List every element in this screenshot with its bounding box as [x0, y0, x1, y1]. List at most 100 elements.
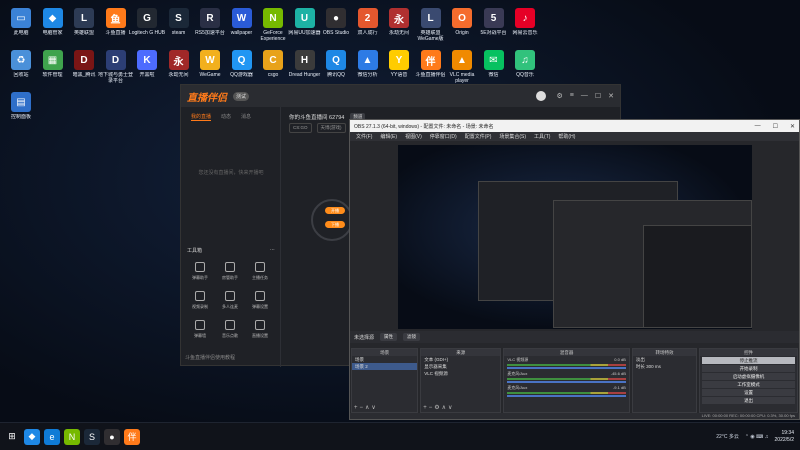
- minimize-icon[interactable]: —: [755, 123, 761, 130]
- transition-duration[interactable]: 时长 300 ms: [633, 363, 696, 370]
- toolbox-item[interactable]: 弹幕墙: [185, 320, 215, 339]
- csgo-icon: C: [263, 50, 283, 70]
- stop-live-button[interactable]: 下播: [325, 221, 345, 228]
- category-tag[interactable]: 天博(游戏): [316, 123, 346, 133]
- obs-docks: 场景 场景 场景 2 +−∧∨ 来源 文本 (GDI+) 显示器采集 VLC 视…: [350, 348, 799, 413]
- sources-dock: 来源 文本 (GDI+) 显示器采集 VLC 视频源 +−⚙∧∨: [420, 348, 502, 413]
- menu-item[interactable]: 视图(V): [405, 133, 422, 140]
- douyu-companion-icon[interactable]: 伴: [124, 428, 140, 445]
- maximize-icon[interactable]: ☐: [773, 123, 778, 130]
- category-tag[interactable]: CS:GO: [289, 123, 312, 133]
- recycle-bin-icon: ♻: [11, 50, 31, 70]
- obs-window[interactable]: OBS 27.1.3 (64-bit, windows) - 配置文件: 未命名…: [349, 119, 800, 420]
- clock[interactable]: 19:34 2022/5/2: [775, 430, 794, 444]
- toolbox-item[interactable]: 主播任务: [245, 262, 275, 281]
- clock-date: 2022/5/2: [774, 436, 794, 443]
- volume-slider[interactable]: [507, 381, 626, 383]
- filters-button[interactable]: 滤镜: [403, 333, 421, 341]
- desktop-shortcut[interactable]: ♫ QQ音乐: [506, 50, 544, 78]
- menu-item[interactable]: 场景集合(S): [499, 133, 526, 140]
- channel-db: -45.6 dB: [610, 371, 626, 376]
- toolbox-item[interactable]: 弹幕助手: [185, 262, 215, 281]
- toolbox-item[interactable]: 音乐点歌: [215, 320, 245, 339]
- menu-item[interactable]: 文件(F): [356, 133, 372, 140]
- menu-item[interactable]: 帮助(H): [558, 133, 575, 140]
- volume-slider[interactable]: [507, 395, 626, 397]
- source-item[interactable]: 文本 (GDI+): [421, 356, 500, 363]
- menu-item[interactable]: 工具(T): [534, 133, 550, 140]
- studio-mode-button[interactable]: 工作室模式: [702, 381, 795, 388]
- menu-icon[interactable]: ≡: [570, 92, 574, 100]
- source-actions[interactable]: +−⚙∧∨: [423, 404, 454, 411]
- close-icon[interactable]: ✕: [790, 123, 795, 130]
- start-live-button[interactable]: 开播: [325, 207, 345, 214]
- tab-feed[interactable]: 动态: [221, 113, 231, 121]
- obs-preview[interactable]: [398, 145, 752, 329]
- douyu-icon: 鱼: [105, 8, 126, 28]
- toolbox-item[interactable]: 直播设置: [245, 320, 275, 339]
- dreadhunger-icon: H: [294, 50, 315, 70]
- scene-actions[interactable]: +−∧∨: [354, 404, 378, 411]
- weather-widget[interactable]: 22°C 多云: [716, 433, 739, 440]
- tab-my-live[interactable]: 我的直播: [191, 113, 212, 121]
- netease-music-icon: ♪: [515, 8, 535, 28]
- steam-icon[interactable]: S: [84, 428, 100, 445]
- user-avatar[interactable]: [536, 91, 547, 101]
- volume-slider[interactable]: [507, 367, 626, 369]
- douyu-titlebar[interactable]: 直播伴侣 测试 ⚙ ≡ — ☐ ✕: [181, 85, 620, 107]
- source-item[interactable]: 显示器采集: [421, 363, 500, 370]
- obs-icon[interactable]: ●: [104, 428, 120, 445]
- stop-streaming-button[interactable]: 停止推流: [702, 357, 795, 364]
- control-panel-icon: ▤: [11, 92, 31, 112]
- close-icon[interactable]: ✕: [608, 92, 614, 100]
- exit-button[interactable]: 退出: [702, 397, 795, 404]
- qqgame-icon: Q: [231, 50, 252, 70]
- settings-icon[interactable]: ⚙: [556, 92, 562, 100]
- mixer-channel[interactable]: 麦克风/Aux -9.1 dB: [504, 384, 629, 398]
- desktop-shortcut[interactable]: ▤ 控制面板: [2, 92, 40, 120]
- menu-item[interactable]: 配置文件(P): [465, 133, 492, 140]
- tutorial-link[interactable]: 斗鱼直播伴侣使用教程: [185, 354, 235, 361]
- edge-icon[interactable]: e: [44, 428, 60, 445]
- start-recording-button[interactable]: 开始录制: [702, 365, 795, 372]
- source-item[interactable]: VLC 视频源: [421, 370, 500, 377]
- pcmanager-icon[interactable]: ◆: [24, 428, 40, 445]
- settings-button[interactable]: 设置: [702, 389, 795, 396]
- menu-item[interactable]: 停靠窗口(D): [430, 133, 457, 140]
- transition-select[interactable]: 淡出: [633, 356, 696, 363]
- tool-label: 直播设置: [252, 333, 268, 338]
- more-icon[interactable]: ⋯: [270, 247, 275, 254]
- rs5-icon: R: [200, 8, 220, 28]
- toolbox-item[interactable]: 视频录制: [185, 291, 215, 310]
- controls-dock: 控件 停止推流 开始录制 启动虚拟摄像机 工作室模式 设置 退出: [699, 348, 798, 413]
- properties-button[interactable]: 属性: [380, 333, 398, 341]
- mixer-channel[interactable]: VLC 视频源 0.0 dB: [504, 356, 629, 370]
- tray-icons[interactable]: ⌃ ◉ ⌨ ♫: [745, 434, 769, 440]
- desktop-shortcut[interactable]: ♪ 网易云音乐: [506, 8, 544, 36]
- tab-messages[interactable]: 消息: [241, 113, 251, 121]
- scene-item[interactable]: 场景 2: [352, 363, 418, 370]
- virtual-camera-button[interactable]: 启动虚拟摄像机: [702, 373, 795, 380]
- obs-titlebar[interactable]: OBS 27.1.3 (64-bit, windows) - 配置文件: 未命名…: [350, 120, 799, 132]
- douyu-left-panel: 我的直播 动态 消息 您还没有直播间，快来开播吧 工具箱 ⋯ 弹幕助手 房管助手 主…: [181, 107, 281, 367]
- tool-icon: [195, 291, 205, 301]
- tool-label: 主播任务: [252, 275, 268, 280]
- nvidia-icon[interactable]: N: [64, 428, 80, 445]
- system-tray: 22°C 多云 ⌃ ◉ ⌨ ♫ 19:34 2022/5/2: [716, 430, 800, 444]
- desktop-shortcut-label: 控制面板: [10, 114, 31, 120]
- menu-item[interactable]: 编辑(E): [380, 133, 397, 140]
- tool-icon: [255, 291, 265, 301]
- version-badge: 测试: [233, 91, 250, 101]
- toolbox-item[interactable]: 房管助手: [215, 262, 245, 281]
- douyu-logo: 直播伴侣: [187, 92, 227, 104]
- mixer-channel[interactable]: 麦克风/Aux -45.6 dB: [504, 370, 629, 384]
- windows-start-icon[interactable]: ⊞: [4, 428, 20, 445]
- scene-item[interactable]: 场景: [352, 356, 417, 363]
- toolbox-item[interactable]: 弹幕设置: [245, 291, 275, 310]
- maximize-icon[interactable]: ☐: [595, 92, 601, 100]
- tool-label: 弹幕设置: [252, 304, 268, 309]
- qqmusic-icon: ♫: [515, 50, 535, 70]
- minimize-icon[interactable]: —: [581, 92, 588, 100]
- source-toolbar: 未选择源 属性 滤镜: [350, 331, 799, 343]
- toolbox-item[interactable]: 多人连麦: [215, 291, 245, 310]
